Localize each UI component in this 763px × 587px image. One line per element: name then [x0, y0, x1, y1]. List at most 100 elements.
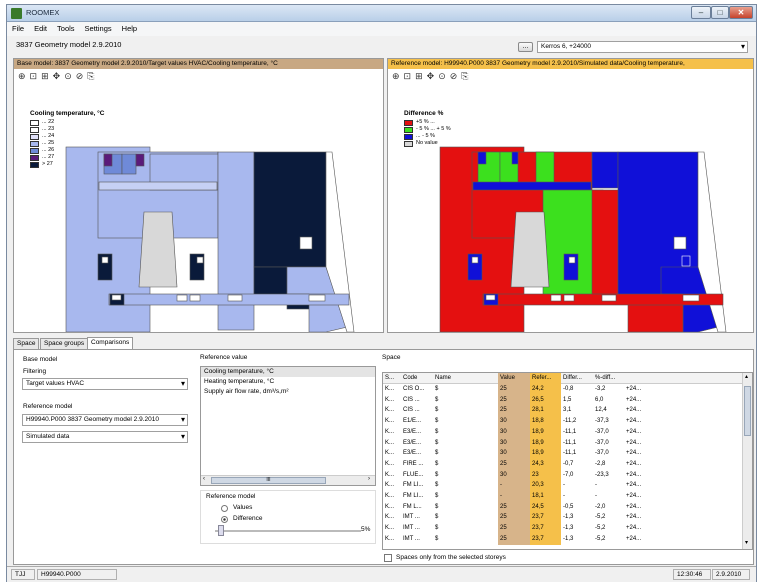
table-cell: K...	[385, 428, 395, 435]
table-row[interactable]: K... FLUE... $30 23 -7,0 -23,3 +24...	[383, 469, 743, 481]
browse-button[interactable]: ...	[518, 42, 533, 52]
table-cell: -5,2	[595, 514, 606, 521]
table-cell: K...	[385, 396, 395, 403]
table-row[interactable]: K... CIS ... $25 26,5 1,5 6,0 +24...	[383, 394, 743, 406]
difference-slider-thumb[interactable]	[218, 525, 224, 536]
table-scrollbar-thumb[interactable]	[744, 386, 751, 436]
table-cell: 25	[498, 533, 530, 545]
table-cell: -0,8	[563, 386, 574, 392]
table-cell: -	[563, 493, 565, 499]
model-name-field[interactable]: 3837 Geometry model 2.9.2010	[13, 40, 511, 52]
space-table: S... Code Name Value Refer... Differ... %-diff…	[382, 372, 753, 550]
reference-value-item[interactable]: Cooling temperature, °C	[201, 367, 375, 377]
menu-help[interactable]: Help	[117, 22, 142, 36]
close-button[interactable]: ✕	[729, 6, 753, 19]
table-cell: 18,9	[530, 437, 561, 449]
table-cell: FM L...	[403, 503, 422, 510]
maximize-button[interactable]: □	[711, 6, 729, 19]
table-row[interactable]: K... FIRE ... $25 24,3 -0,7 -2,8 +24...	[383, 458, 743, 470]
menu-settings[interactable]: Settings	[80, 22, 117, 36]
table-cell: 30	[498, 426, 530, 438]
selected-storeys-label[interactable]: Spaces only from the selected storeys	[396, 554, 506, 561]
table-cell: -7,0	[563, 471, 574, 478]
table-cell: 18,9	[530, 448, 561, 459]
tab-space[interactable]: Space	[13, 338, 40, 349]
table-cell: 25	[498, 458, 530, 470]
table-row[interactable]: K... IMT ... $25 23,7 -1,3 -5,2 +24...	[383, 533, 743, 545]
table-cell: +24...	[626, 493, 642, 499]
horizontal-scrollbar[interactable]: ‹ III ›	[201, 475, 375, 485]
table-cell: 25	[498, 512, 530, 524]
table-row[interactable]: K... IMT ... $25 23,7 -1,3 -5,2 +24...	[383, 523, 743, 534]
vertical-scrollbar[interactable]: ▴ ▾	[742, 373, 752, 549]
table-row[interactable]: K... E3/E... $30 18,9 -11,1 -37,0 +24...	[383, 437, 743, 449]
scroll-up-icon[interactable]: ▴	[745, 373, 748, 380]
table-cell: $	[435, 460, 439, 467]
table-cell: 25	[498, 405, 530, 417]
tab-space-groups[interactable]: Space groups	[40, 338, 89, 349]
difference-slider-value: 5%	[361, 526, 371, 533]
table-cell: 12,4	[595, 407, 607, 414]
data-type-select[interactable]: Simulated data	[22, 431, 188, 443]
table-row[interactable]: K... CIS O... $25 24,2 -0,8 -3,2 +24...	[383, 384, 743, 395]
table-cell: $	[435, 503, 439, 510]
table-cell: -	[595, 493, 597, 499]
scroll-left-icon[interactable]: ‹	[203, 476, 205, 482]
minimize-button[interactable]: –	[691, 6, 711, 19]
table-row[interactable]: K... E3/E... $30 18,9 -11,1 -37,0 +24...	[383, 448, 743, 459]
table-row[interactable]: K... IMT ... $25 23,7 -1,3 -5,2 +24...	[383, 512, 743, 524]
table-cell: 25	[498, 384, 530, 395]
table-cell: 23,7	[530, 533, 561, 545]
reference-floorplan[interactable]	[388, 59, 753, 332]
difference-radio[interactable]	[221, 516, 228, 523]
values-radio[interactable]	[221, 505, 228, 512]
base-floorplan[interactable]	[14, 59, 383, 332]
base-model-view: Base model: 3837 Geometry model 2.9.2010…	[13, 58, 384, 333]
table-cell: -	[498, 491, 530, 502]
difference-radio-label[interactable]: Difference	[233, 515, 263, 522]
difference-slider-track[interactable]	[215, 530, 361, 532]
table-cell: +24...	[626, 514, 642, 521]
filtering-select[interactable]: Target values HVAC	[22, 378, 188, 390]
table-cell: -1,3	[563, 514, 574, 521]
reference-value-item[interactable]: Heating temperature, °C	[201, 377, 375, 387]
table-cell: FLUE...	[403, 471, 424, 478]
table-cell: 23	[530, 469, 561, 481]
table-row[interactable]: K... FM L... $25 24,5 -0,5 -2,0 +24...	[383, 501, 743, 513]
table-cell: $	[435, 493, 439, 499]
menu-edit[interactable]: Edit	[29, 22, 52, 36]
table-cell: -	[595, 482, 597, 489]
values-radio-label[interactable]: Values	[233, 504, 252, 511]
reference-value-item[interactable]: Supply air flow rate, dm³/s,m²	[201, 387, 375, 397]
storey-select[interactable]: Kerros 6, +24000	[537, 41, 748, 53]
scroll-right-icon[interactable]: ›	[368, 476, 370, 482]
table-cell: K...	[385, 514, 395, 521]
scrollbar-thumb[interactable]: III	[211, 477, 326, 484]
table-cell: $	[435, 514, 439, 521]
table-cell: E3/E...	[403, 428, 422, 435]
table-cell: 18,8	[530, 416, 561, 427]
table-cell: 3,1	[563, 407, 572, 414]
scroll-down-icon[interactable]: ▾	[745, 539, 748, 546]
table-cell: E1/E...	[403, 418, 422, 425]
table-cell: K...	[385, 460, 395, 467]
table-row[interactable]: K... CIS ... $25 28,1 3,1 12,4 +24...	[383, 405, 743, 417]
table-row[interactable]: K... FM LI... $ -20,3- - +24...	[383, 480, 743, 491]
table-row[interactable]: K... FM LI... $ -18,1- - +24...	[383, 491, 743, 502]
menu-tools[interactable]: Tools	[52, 22, 80, 36]
reference-model-select[interactable]: H99940.P000 3837 Geometry model 2.9.2010	[22, 414, 188, 426]
table-cell: -11,2	[563, 418, 577, 425]
table-cell: -23,3	[595, 471, 609, 478]
reference-value-label: Reference value	[200, 354, 248, 361]
app-icon	[11, 8, 22, 19]
column-header: Code	[403, 375, 418, 381]
tab-comparisons[interactable]: Comparisons	[87, 337, 134, 349]
table-row[interactable]: K... E1/E... $30 18,8 -11,2 -37,3 +24...	[383, 416, 743, 427]
table-cell: +24...	[626, 471, 642, 478]
table-cell: K...	[385, 450, 395, 457]
menu-file[interactable]: File	[7, 22, 29, 36]
selected-storeys-checkbox[interactable]	[384, 554, 392, 562]
status-project: H99940.P000	[37, 569, 117, 580]
table-cell: +24...	[626, 386, 642, 392]
table-row[interactable]: K... E3/E... $30 18,9 -11,1 -37,0 +24...	[383, 426, 743, 438]
